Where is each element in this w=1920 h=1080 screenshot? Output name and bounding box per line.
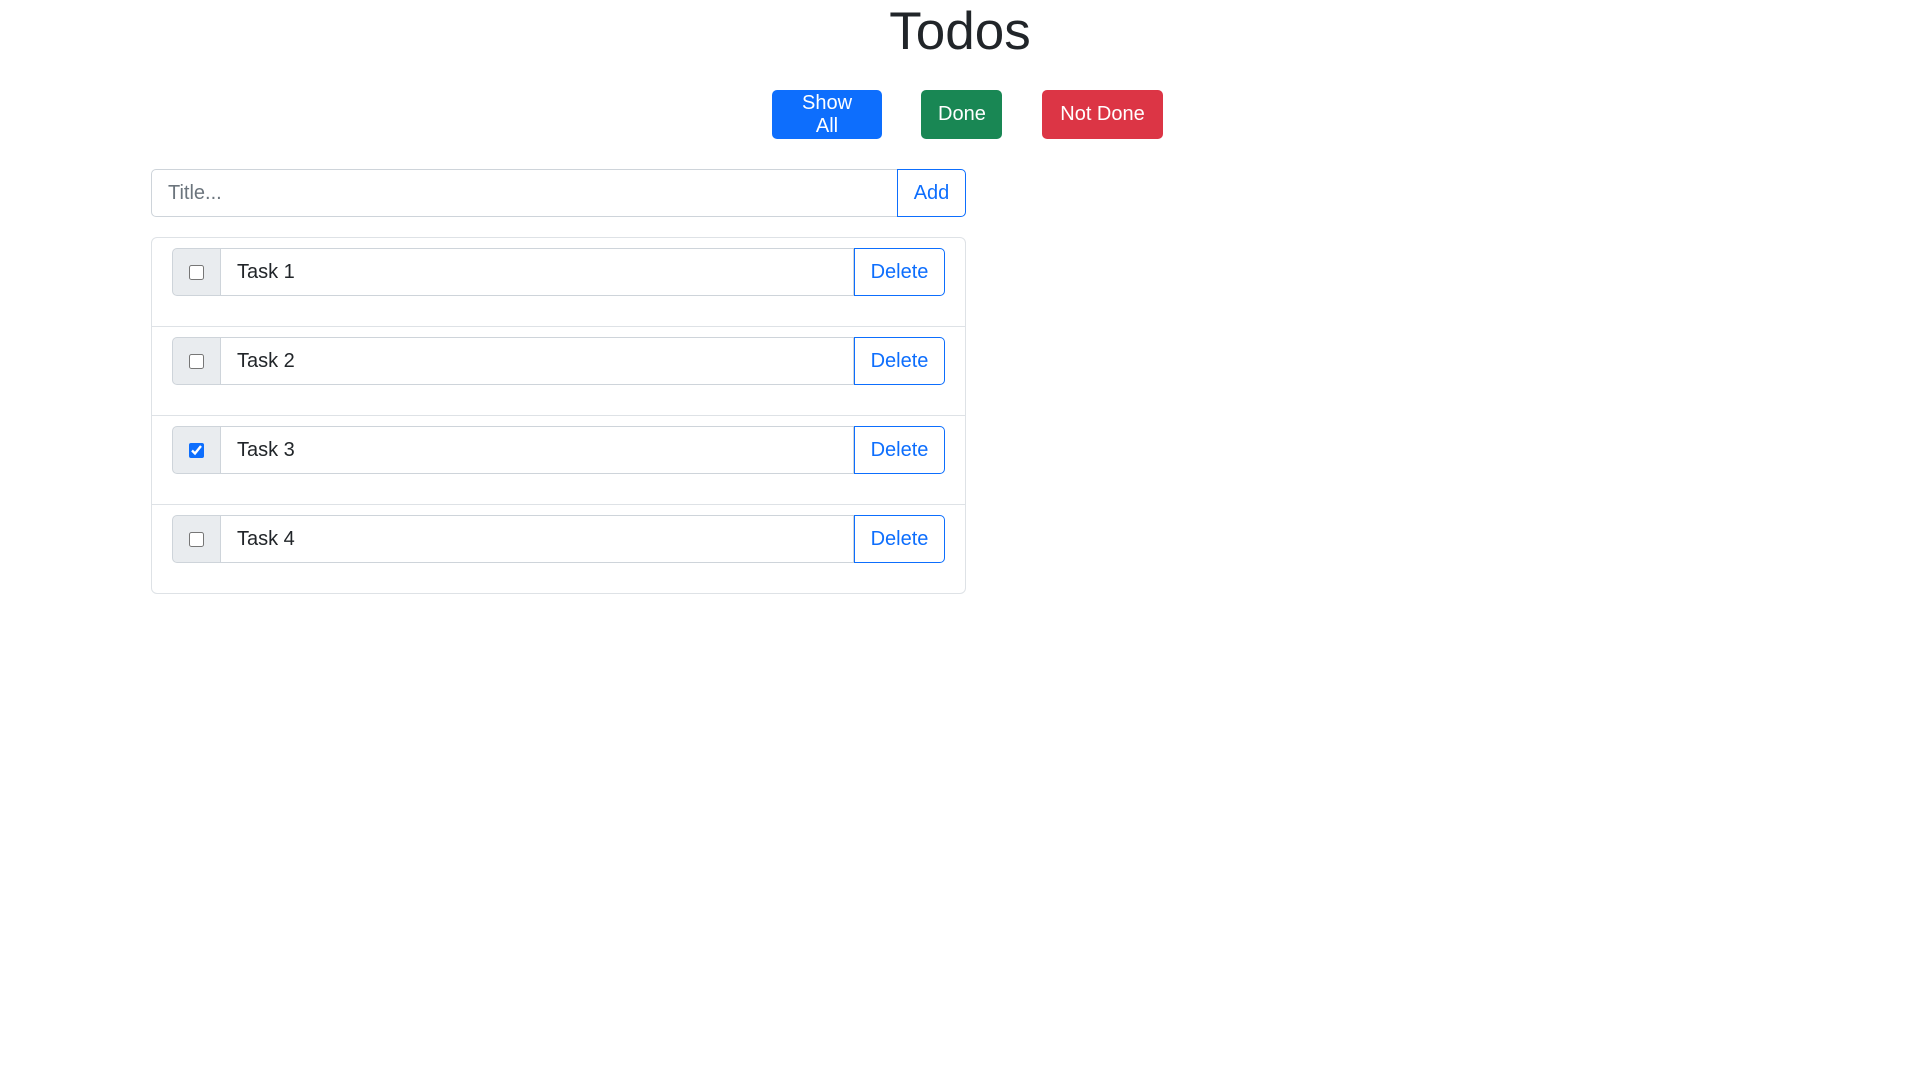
delete-button[interactable]: Delete: [854, 337, 945, 385]
todo-item: Delete: [152, 416, 965, 505]
done-checkbox[interactable]: [189, 442, 204, 458]
task-title-field[interactable]: [221, 337, 854, 385]
checkbox-addon: [172, 248, 221, 296]
done-checkbox[interactable]: [189, 531, 204, 547]
done-checkbox[interactable]: [189, 264, 204, 280]
checkbox-addon: [172, 426, 221, 474]
delete-button[interactable]: Delete: [854, 515, 945, 563]
todo-item: Delete: [152, 327, 965, 416]
todo-item: Delete: [152, 505, 965, 594]
not-done-filter-button[interactable]: Not Done: [1042, 90, 1163, 139]
todo-row: Delete: [172, 515, 945, 563]
done-filter-button[interactable]: Done: [921, 90, 1002, 139]
title-input[interactable]: [151, 169, 898, 217]
checkbox-addon: [172, 515, 221, 563]
task-title-field[interactable]: [221, 515, 854, 563]
todo-row: Delete: [172, 426, 945, 474]
delete-button[interactable]: Delete: [854, 426, 945, 474]
add-button[interactable]: Add: [897, 169, 966, 217]
show-all-button[interactable]: Show All: [772, 90, 882, 139]
checkbox-addon: [172, 337, 221, 385]
todo-row: Delete: [172, 248, 945, 296]
todos-page: Todos Show All Done Not Done Add Delete …: [0, 0, 1920, 1080]
todo-list: Delete Delete Delete: [151, 237, 966, 594]
todo-row: Delete: [172, 337, 945, 385]
todo-item: Delete: [152, 238, 965, 327]
task-title-field[interactable]: [221, 248, 854, 296]
delete-button[interactable]: Delete: [854, 248, 945, 296]
done-checkbox[interactable]: [189, 353, 204, 369]
task-title-field[interactable]: [221, 426, 854, 474]
add-todo-form: Add: [151, 169, 966, 217]
page-title: Todos: [889, 2, 1031, 61]
